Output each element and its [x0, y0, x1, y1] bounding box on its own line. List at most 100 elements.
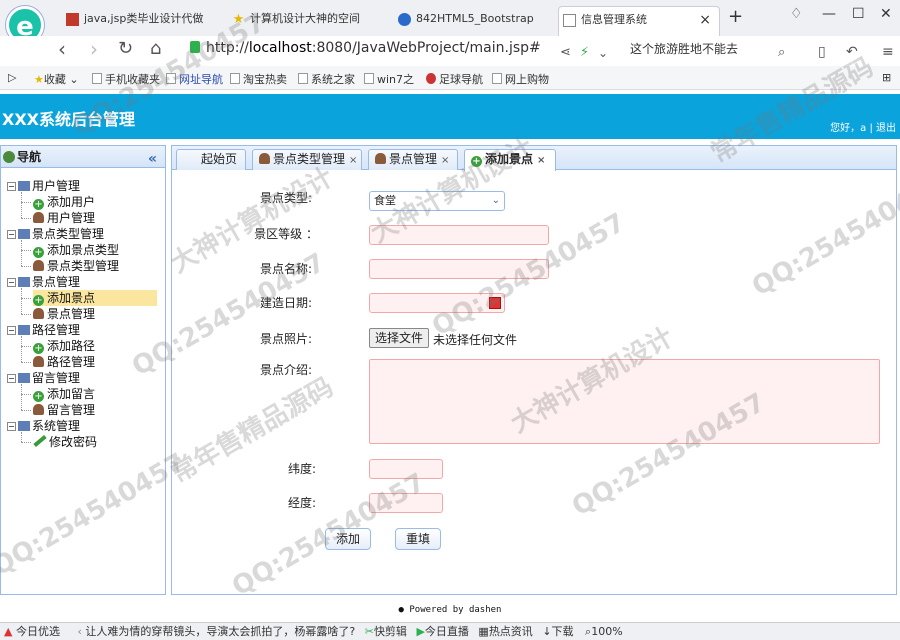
new-tab-button[interactable]: +: [728, 6, 743, 27]
sidebar-group[interactable]: − 系统管理: [7, 418, 80, 434]
collapse-toggle-icon[interactable]: −: [7, 278, 16, 287]
browser-tab-active[interactable]: 信息管理系统 ×: [558, 6, 720, 36]
type-select[interactable]: 食堂 ⌄: [369, 191, 505, 211]
browser-tab-1[interactable]: java,jsp类毕业设计代做: [62, 6, 224, 36]
add-button[interactable]: 添加: [325, 528, 371, 550]
level-label: 景区等级 ：: [254, 227, 318, 241]
sidebar-item-label: 添加景点类型: [47, 243, 120, 257]
calendar-icon[interactable]: [489, 297, 501, 309]
undo-icon[interactable]: ↶: [846, 41, 858, 63]
url-input[interactable]: http://localhost:8080/JavaWebProject/mai…: [190, 40, 610, 60]
sidebar-group[interactable]: − 景点管理: [7, 274, 80, 290]
sidebar-group[interactable]: − 路径管理: [7, 322, 80, 338]
collapse-icon[interactable]: «: [148, 148, 157, 170]
star-favicon-icon: ★: [232, 12, 245, 27]
back-icon[interactable]: ‹: [58, 38, 66, 60]
sidebar-item[interactable]: 景点类型管理: [33, 258, 119, 274]
longitude-input[interactable]: [369, 493, 443, 513]
sidebar-group[interactable]: − 用户管理: [7, 178, 80, 194]
home-icon[interactable]: ⌂: [150, 38, 161, 60]
sidebar-item[interactable]: + 添加景点: [33, 290, 157, 306]
collapse-toggle-icon[interactable]: −: [7, 374, 16, 383]
close-icon[interactable]: ×: [537, 155, 545, 166]
add-icon: +: [33, 343, 44, 354]
status-item[interactable]: 快剪辑: [374, 625, 407, 638]
close-icon[interactable]: ×: [349, 155, 357, 166]
lightning-icon[interactable]: ⚡: [580, 42, 589, 64]
sidebar-group[interactable]: − 留言管理: [7, 370, 80, 386]
sidebar-item[interactable]: 景点管理: [33, 306, 95, 322]
status-news[interactable]: 让人难为情的穿帮镜头，导演太会抓拍了，杨幂露啥了?: [85, 625, 355, 638]
close-icon[interactable]: ×: [441, 155, 449, 166]
sidebar-item[interactable]: 用户管理: [33, 210, 95, 226]
zoom-level[interactable]: 100%: [591, 625, 622, 638]
bookmark-item[interactable]: 网址导航: [166, 71, 223, 87]
sidebar-item-label: 添加用户: [47, 195, 96, 209]
grid-icon: ▦: [478, 625, 489, 638]
collapse-toggle-icon[interactable]: −: [7, 182, 16, 191]
logout-link[interactable]: 退出: [876, 123, 896, 134]
bookmark-item[interactable]: win7之: [364, 71, 414, 87]
prev-icon[interactable]: ‹: [77, 625, 81, 638]
forward-icon[interactable]: ›: [90, 38, 98, 60]
search-input[interactable]: 这个旅游胜地不能去: [630, 40, 800, 60]
tab-spot-manage[interactable]: 景点管理 ×: [368, 149, 458, 170]
sidebar-item[interactable]: 留言管理: [33, 402, 95, 418]
sidebar-item-label: 修改密码: [49, 435, 98, 449]
collapse-toggle-icon[interactable]: −: [7, 422, 16, 431]
search-icon[interactable]: ⌕: [778, 42, 785, 64]
level-input[interactable]: [369, 225, 549, 245]
sidebar-header: 导航 «: [1, 146, 165, 168]
bookmark-item[interactable]: 网上购物: [492, 71, 549, 87]
sidebar-group-label: 系统管理: [32, 419, 81, 433]
bookmark-favorites[interactable]: ★收藏 ⌄: [34, 71, 79, 87]
share-icon[interactable]: ⋖: [560, 42, 571, 64]
pencil-icon: [33, 434, 47, 448]
tab-spot-type-manage[interactable]: 景点类型管理 ×: [252, 149, 362, 170]
choose-file-button[interactable]: 选择文件: [369, 328, 429, 348]
tree-connector: [21, 250, 31, 251]
status-item[interactable]: 下载: [552, 625, 574, 638]
close-window-icon[interactable]: ✕: [880, 6, 892, 22]
sidebar-item[interactable]: + 添加用户: [33, 194, 95, 210]
bookmark-item[interactable]: 手机收藏夹: [92, 71, 160, 87]
reader-icon[interactable]: ▯: [818, 41, 826, 63]
tab-add-spot[interactable]: + 添加景点 ×: [464, 149, 556, 171]
collapse-toggle-icon[interactable]: −: [7, 230, 16, 239]
chevron-down-icon: ⌄: [491, 195, 500, 206]
sidebar-item[interactable]: 修改密码: [33, 434, 97, 450]
bookmark-item[interactable]: 足球导航: [426, 71, 483, 87]
shirt-icon[interactable]: ♢: [790, 6, 803, 22]
apps-grid-icon[interactable]: ⊞: [882, 71, 891, 84]
bookmark-item[interactable]: 系统之家: [298, 71, 355, 87]
minimize-icon[interactable]: —: [822, 6, 836, 22]
status-left[interactable]: 今日优选: [16, 625, 60, 638]
reload-icon[interactable]: ↻: [118, 38, 133, 60]
collapse-toggle-icon[interactable]: −: [7, 326, 16, 335]
name-input[interactable]: [369, 259, 549, 279]
sidebar-item[interactable]: + 添加路径: [33, 338, 95, 354]
chevron-down-icon[interactable]: ⌄: [598, 42, 608, 64]
intro-textarea[interactable]: [369, 359, 880, 444]
latitude-input[interactable]: [369, 459, 443, 479]
browser-status-bar: ▲ 今日优选 ‹ 让人难为情的穿帮镜头，导演太会抓拍了，杨幂露啥了? ✂快剪辑 …: [0, 622, 900, 640]
download-icon: ↓: [542, 625, 552, 638]
maximize-icon[interactable]: ☐: [852, 6, 865, 22]
browser-tab-3[interactable]: 842HTML5_Bootstrap: [394, 6, 556, 36]
sidebar-toggle-icon[interactable]: ▷: [8, 71, 16, 84]
user-icon: [33, 308, 44, 319]
sidebar-item[interactable]: 路径管理: [33, 354, 95, 370]
browser-tab-2[interactable]: ★ 计算机设计大神的空间: [228, 6, 390, 36]
menu-icon[interactable]: ≡: [882, 41, 894, 63]
reset-button[interactable]: 重填: [395, 528, 441, 550]
tab-home[interactable]: 起始页: [176, 149, 246, 170]
close-tab-icon[interactable]: ×: [699, 7, 711, 33]
bookmark-item[interactable]: 淘宝热卖: [230, 71, 287, 87]
date-input[interactable]: [369, 293, 505, 313]
file-status: 未选择任何文件: [433, 333, 518, 347]
sidebar-item[interactable]: + 添加留言: [33, 386, 95, 402]
status-item[interactable]: 热点资讯: [489, 625, 533, 638]
sidebar-item[interactable]: + 添加景点类型: [33, 242, 119, 258]
status-item[interactable]: 今日直播: [425, 625, 469, 638]
folder-icon: [18, 373, 30, 383]
